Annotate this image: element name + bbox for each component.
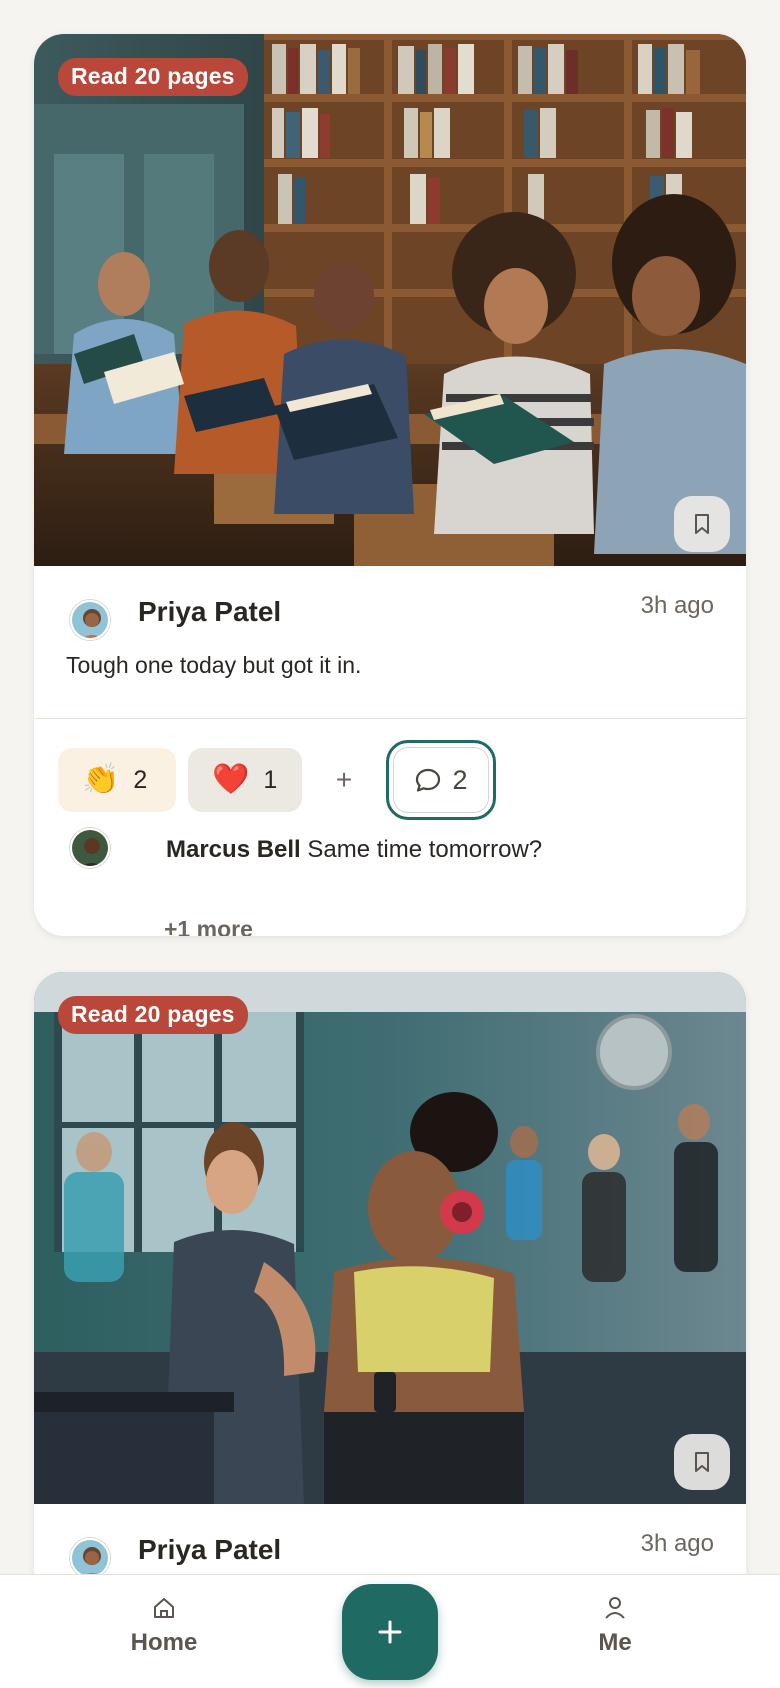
post-caption: Tough one today but got it in. [66, 652, 362, 678]
comment-bubble-icon [416, 768, 441, 792]
post-photo[interactable]: Read 20 pages [34, 34, 746, 566]
commenter-name[interactable]: Marcus Bell [166, 836, 301, 863]
more-comments-link[interactable]: +1 more [164, 916, 253, 936]
heart-icon: ❤️ [212, 763, 250, 796]
divider [34, 718, 746, 719]
add-reaction-button[interactable]: + [314, 748, 374, 812]
post-timestamp: 3h ago [640, 1530, 714, 1557]
clap-reaction-chip[interactable]: 👏 2 [58, 748, 176, 812]
author-avatar[interactable] [70, 1538, 110, 1578]
bookmark-button[interactable] [674, 1434, 730, 1490]
tab-me[interactable]: Me [535, 1595, 695, 1657]
author-name[interactable]: Priya Patel [138, 1534, 281, 1566]
bookmark-button[interactable] [674, 496, 730, 552]
person-icon [605, 1597, 625, 1619]
comments-button[interactable]: 2 [386, 740, 496, 820]
reaction-bar: 👏 2 ❤️ 1 + 2 [58, 740, 496, 820]
goal-badge: Read 20 pages [58, 58, 248, 96]
post-header: Priya Patel 3h ago [34, 566, 746, 658]
tab-home-label: Home [130, 1629, 198, 1656]
home-icon [154, 1598, 174, 1618]
tab-home[interactable]: Home [84, 1595, 244, 1657]
heart-count: 1 [263, 765, 278, 794]
author-name[interactable]: Priya Patel [138, 596, 281, 628]
goal-badge: Read 20 pages [58, 996, 248, 1034]
library-reading-photo-icon [34, 34, 746, 566]
comment-body: Same time tomorrow? [307, 836, 543, 863]
commenter-avatar[interactable] [70, 828, 110, 868]
plus-icon [378, 1620, 402, 1644]
heart-reaction-chip[interactable]: ❤️ 1 [188, 748, 302, 812]
clap-count: 2 [133, 765, 148, 794]
author-avatar[interactable] [70, 600, 110, 640]
comment-count: 2 [452, 764, 468, 795]
tab-me-label: Me [598, 1629, 632, 1656]
post-card[interactable]: Read 20 pages Priya Patel 3h ago Tough o… [34, 34, 746, 936]
post-photo[interactable]: Read 20 pages [34, 972, 746, 1504]
post-timestamp: 3h ago [640, 592, 714, 619]
gym-running-photo-icon [34, 972, 746, 1504]
bookmark-icon [695, 514, 709, 534]
bookmark-icon [695, 1452, 709, 1472]
clap-icon: 👏 [82, 763, 120, 796]
create-post-button[interactable] [342, 1584, 438, 1680]
